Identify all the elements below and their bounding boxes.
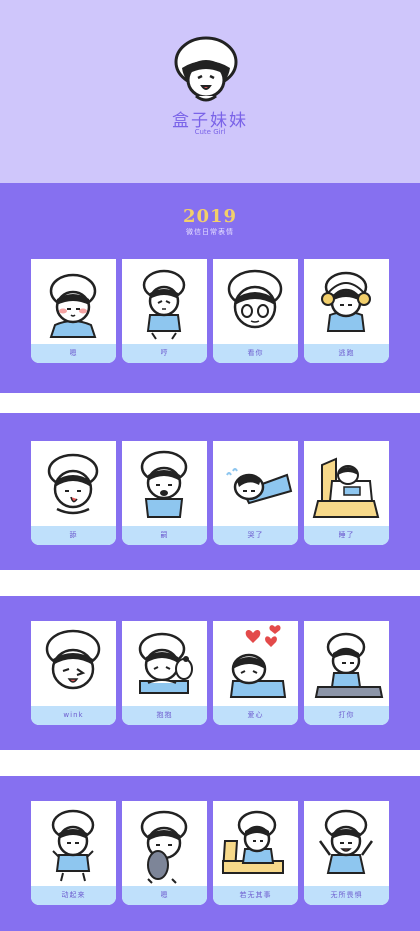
sticker-label: 睡了 — [304, 526, 389, 545]
girl-sticker-icon — [122, 259, 207, 344]
sticker-card[interactable]: 动起来 — [31, 801, 116, 905]
year-heading: 2019 — [182, 206, 238, 227]
sticker-label: 若无其事 — [213, 886, 298, 905]
girl-sticker-icon — [122, 801, 207, 886]
sticker-label: 嗣 — [122, 526, 207, 545]
sticker-label: 无所畏惧 — [304, 886, 389, 905]
header: 盒子妹妹 Cute Girl — [0, 0, 420, 183]
sticker-card[interactable]: wink — [31, 621, 116, 725]
sticker-card[interactable]: 嗯 — [31, 259, 116, 363]
sticker-label: 打你 — [304, 706, 389, 725]
girl-sticker-icon — [213, 259, 298, 344]
sticker-card[interactable]: 无所畏惧 — [304, 801, 389, 905]
sticker-card[interactable]: 哭了 — [213, 441, 298, 545]
sticker-label: 逃跑 — [304, 344, 389, 363]
girl-sticker-icon — [304, 441, 389, 526]
girl-avatar-icon — [170, 34, 242, 104]
girl-sticker-icon — [31, 801, 116, 886]
girl-sticker-icon — [31, 441, 116, 526]
sticker-label: 哭了 — [213, 526, 298, 545]
sticker-card[interactable]: 舔 — [31, 441, 116, 545]
girl-sticker-icon — [31, 259, 116, 344]
sticker-label: 哼 — [122, 344, 207, 363]
sticker-label: 嗯 — [31, 344, 116, 363]
girl-sticker-icon — [213, 801, 298, 886]
girl-sticker-icon — [304, 801, 389, 886]
sticker-card[interactable]: 睡了 — [304, 441, 389, 545]
girl-sticker-icon — [31, 621, 116, 706]
app-subtitle: Cute Girl — [194, 128, 226, 136]
sticker-card[interactable]: 嗯 — [122, 801, 207, 905]
girl-sticker-icon — [122, 621, 207, 706]
sticker-label: wink — [31, 706, 116, 725]
sticker-card[interactable]: 嗣 — [122, 441, 207, 545]
sticker-label: 动起来 — [31, 886, 116, 905]
sticker-card[interactable]: 逃跑 — [304, 259, 389, 363]
sticker-card[interactable]: 抱抱 — [122, 621, 207, 725]
girl-sticker-icon — [122, 441, 207, 526]
sticker-card[interactable]: 若无其事 — [213, 801, 298, 905]
sticker-label: 爱心 — [213, 706, 298, 725]
year-subtitle: 微信日常表情 — [186, 228, 234, 236]
sticker-label: 舔 — [31, 526, 116, 545]
sticker-card[interactable]: 打你 — [304, 621, 389, 725]
girl-sticker-icon — [213, 621, 298, 706]
girl-sticker-icon — [304, 621, 389, 706]
sticker-label: 抱抱 — [122, 706, 207, 725]
girl-sticker-icon — [304, 259, 389, 344]
girl-sticker-icon — [213, 441, 298, 526]
sticker-label: 嗯 — [122, 886, 207, 905]
sticker-label: 看你 — [213, 344, 298, 363]
sticker-card[interactable]: 哼 — [122, 259, 207, 363]
sticker-card[interactable]: 爱心 — [213, 621, 298, 725]
sticker-card[interactable]: 看你 — [213, 259, 298, 363]
